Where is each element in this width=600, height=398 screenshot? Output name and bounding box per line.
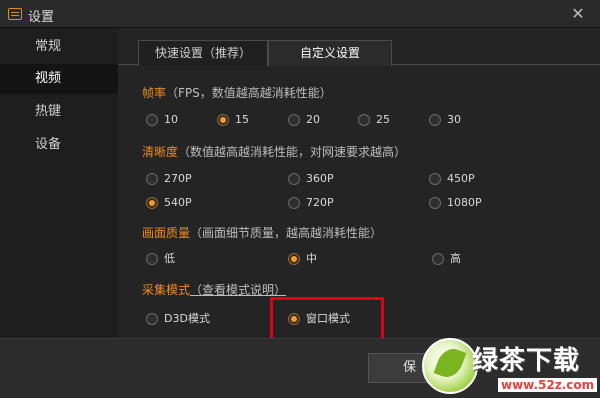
sidebar-item-hotkeys[interactable]: 热键: [0, 97, 118, 127]
settings-window-icon: [8, 8, 22, 20]
radio-icon: [429, 197, 441, 209]
watermark-logo: 绿茶下载 www.52z.com: [418, 334, 600, 398]
fps-hint: （FPS，数值越高越消耗性能）: [166, 86, 332, 100]
radio-icon: [146, 253, 158, 265]
radio-checked-icon: [146, 197, 158, 209]
radio-icon: [358, 114, 370, 126]
radio-icon: [146, 313, 158, 325]
quality-section-title: 画面质量（画面细节质量，越高越消耗性能）: [142, 224, 382, 241]
radio-checked-icon: [217, 114, 229, 126]
resolution-title: 清晰度: [142, 145, 179, 159]
capture-title: 采集模式: [142, 283, 191, 297]
resolution-hint: （数值越高越消耗性能，对网速要求越高）: [178, 145, 407, 159]
radio-icon: [429, 114, 441, 126]
sidebar-item-devices[interactable]: 设备: [0, 130, 118, 160]
radio-icon: [432, 253, 444, 265]
watermark-url: www.52z.com: [498, 378, 598, 392]
radio-icon: [146, 114, 158, 126]
tab-quick-settings[interactable]: 快速设置（推荐）: [138, 40, 268, 66]
window-title: 设置: [28, 10, 55, 25]
quality-hint: （画面细节质量，越高越消耗性能）: [190, 226, 383, 240]
highlight-annotation-box: [270, 297, 384, 341]
tab-custom-settings[interactable]: 自定义设置: [268, 40, 392, 66]
sidebar-item-general[interactable]: 常规: [0, 32, 118, 62]
radio-icon: [288, 114, 300, 126]
radio-checked-icon: [288, 253, 300, 265]
sidebar: 常规 视频 热键 设备: [0, 28, 118, 338]
fps-title: 帧率: [142, 86, 167, 100]
title-bar: 设置 ✕: [0, 0, 600, 28]
radio-icon: [288, 173, 300, 185]
radio-icon: [146, 173, 158, 185]
close-button[interactable]: ✕: [568, 4, 588, 24]
radio-icon: [288, 197, 300, 209]
capture-mode-help-link[interactable]: （查看模式说明）: [190, 283, 286, 297]
sidebar-item-video[interactable]: 视频: [0, 64, 118, 94]
radio-icon: [429, 173, 441, 185]
quality-title: 画面质量: [142, 226, 191, 240]
capture-section-title: 采集模式（查看模式说明）: [142, 281, 286, 298]
watermark-text: 绿茶下载: [472, 346, 581, 376]
fps-section-title: 帧率（FPS，数值越高越消耗性能）: [142, 84, 332, 101]
tab-bar: 快速设置（推荐） 自定义设置: [118, 28, 600, 66]
resolution-section-title: 清晰度（数值越高越消耗性能，对网速要求越高）: [142, 143, 406, 160]
